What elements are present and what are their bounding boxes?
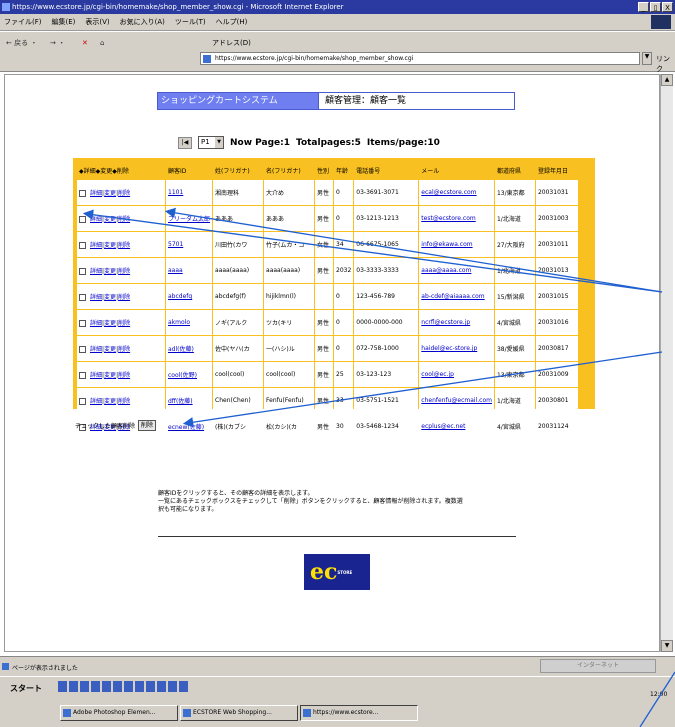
arrow-to-taskbar: [639, 671, 675, 727]
arrow-to-checkbox: [82, 209, 663, 293]
arrow-to-bulk-delete: [182, 351, 663, 428]
annotation-arrows: [82, 207, 675, 727]
arrow-to-delete-link: [164, 207, 663, 293]
